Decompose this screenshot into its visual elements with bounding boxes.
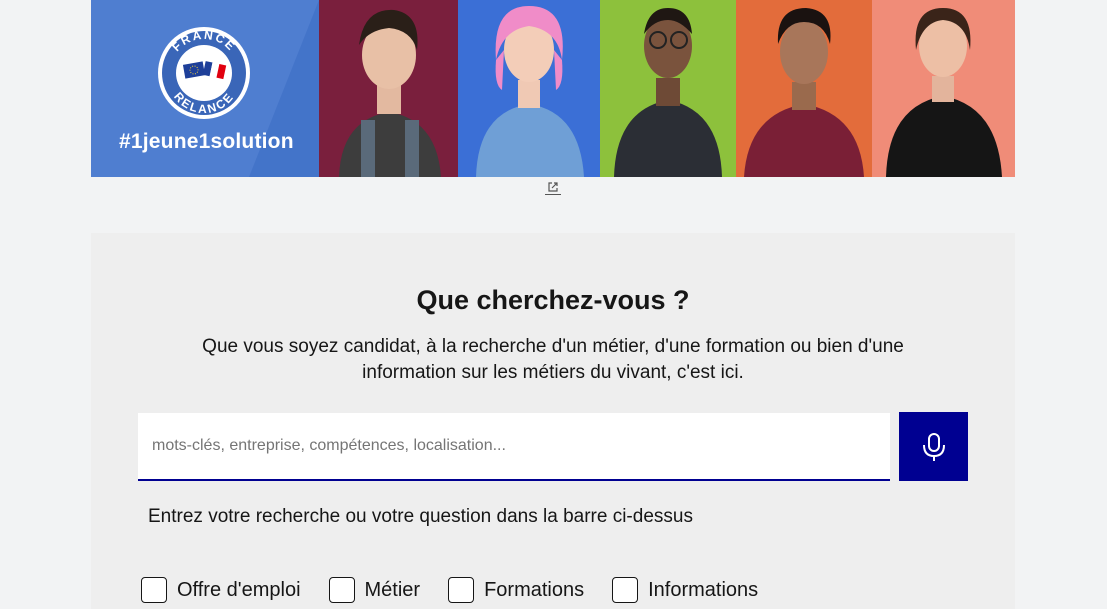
- search-filters: Offre d'emploi Métier Formations Informa…: [141, 577, 786, 603]
- search-card: Que cherchez-vous ? Que vous soyez candi…: [91, 233, 1015, 609]
- filter-offre-emploi[interactable]: Offre d'emploi: [141, 577, 301, 603]
- portrait-1: [319, 0, 458, 177]
- checkbox-formations[interactable]: [448, 577, 475, 603]
- page-title: Que cherchez-vous ?: [416, 285, 690, 315]
- filter-formations[interactable]: Formations: [448, 577, 584, 603]
- filter-label: Informations: [648, 578, 759, 601]
- checkbox-informations[interactable]: [612, 577, 639, 603]
- search-hint: Entrez votre recherche ou votre question…: [148, 506, 693, 527]
- checkbox-offre-emploi[interactable]: [141, 577, 167, 603]
- filter-metier[interactable]: Métier: [328, 577, 421, 603]
- filter-informations[interactable]: Informations: [612, 577, 758, 603]
- voice-search-button[interactable]: [899, 412, 968, 481]
- france-relance-panel: FRANCE RELANCE #1jeune1solution: [91, 0, 319, 177]
- portrait-4: [736, 0, 872, 177]
- filter-label: Formations: [484, 578, 585, 601]
- portrait-5: [872, 0, 1015, 177]
- search-input[interactable]: [138, 413, 890, 481]
- filter-label: Métier: [364, 578, 421, 601]
- portrait-3: [600, 0, 736, 177]
- filter-label: Offre d'emploi: [177, 578, 301, 601]
- portrait-2: [458, 0, 600, 177]
- search-description: Que vous soyez candidat, à la recherche …: [202, 336, 904, 383]
- external-link-icon[interactable]: [545, 180, 561, 195]
- hashtag-label: #1jeune1solution: [119, 130, 294, 153]
- checkbox-metier[interactable]: [328, 577, 355, 603]
- france-relance-logo: FRANCE RELANCE: [158, 27, 250, 119]
- hero-banner: FRANCE RELANCE #1jeune1solution: [91, 0, 1015, 177]
- microphone-icon: [922, 432, 945, 461]
